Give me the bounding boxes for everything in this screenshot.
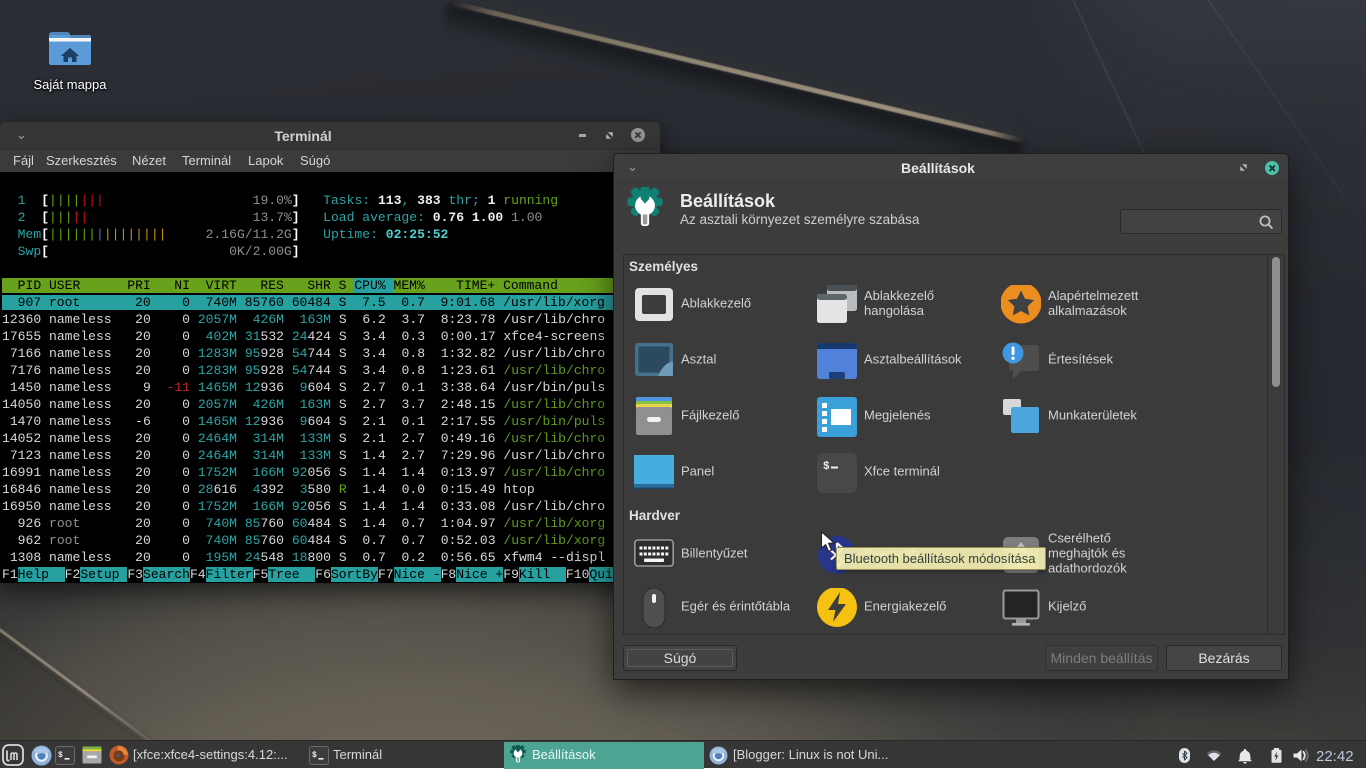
svg-text:$: $ bbox=[823, 461, 830, 473]
svg-text:$: $ bbox=[312, 751, 317, 760]
svg-text:$: $ bbox=[58, 751, 63, 760]
